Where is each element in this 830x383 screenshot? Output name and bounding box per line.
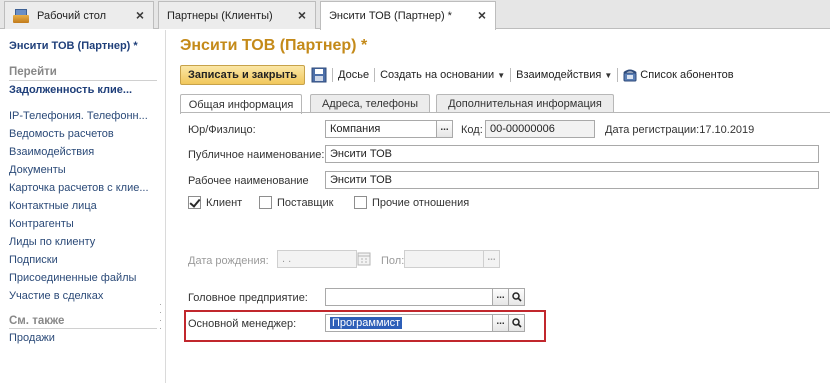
gender-label: Пол:: [381, 255, 405, 267]
select-button[interactable]: ...: [436, 120, 453, 138]
select-button[interactable]: ...: [492, 288, 509, 306]
highlight-frame: [184, 310, 546, 342]
reg-date-value: 17.10.2019: [699, 124, 755, 136]
tab-desktop[interactable]: Рабочий стол ×: [4, 1, 154, 29]
subscribers-list-button[interactable]: Список абонентов: [623, 68, 734, 82]
sidebar-item-contacts[interactable]: Контактные лица: [9, 200, 97, 212]
gender-field[interactable]: [404, 250, 484, 268]
chevron-down-icon: ▼: [604, 70, 613, 80]
divider: [332, 68, 334, 82]
sidebar-title: Энсити ТОВ (Партнер) *: [9, 40, 138, 52]
head-company-label: Головное предприятие:: [188, 292, 308, 304]
checkbox-icon: [259, 196, 272, 209]
work-name-field[interactable]: Энсити ТОВ: [325, 171, 819, 189]
divider: [9, 80, 157, 81]
code-label: Код:: [461, 124, 483, 136]
sidebar-item-debt[interactable]: Задолженность клие...: [9, 84, 132, 96]
legal-type-field[interactable]: Компания: [325, 120, 437, 138]
client-checkbox-label: Клиент: [206, 196, 243, 209]
select-button[interactable]: ...: [483, 250, 500, 268]
divider: [9, 328, 157, 329]
sidebar-section-see-also: См. также: [9, 315, 65, 327]
tab-additional-info[interactable]: Дополнительная информация: [436, 94, 614, 113]
divider: [180, 112, 830, 113]
page-title: Энсити ТОВ (Партнер) *: [180, 37, 368, 54]
work-name-label: Рабочее наименование: [188, 175, 309, 187]
save-and-close-button[interactable]: Записать и закрыть: [180, 65, 306, 85]
sidebar-item-counterparties[interactable]: Контрагенты: [9, 218, 74, 230]
sidebar-item-sales[interactable]: Продажи: [9, 332, 55, 344]
window-tab-bar: Рабочий стол × Партнеры (Клиенты) × Энси…: [0, 0, 830, 30]
client-checkbox[interactable]: Клиент: [188, 196, 242, 209]
checkbox-icon: [188, 196, 201, 209]
navigation-panel: Энсити ТОВ (Партнер) * Перейти Задолженн…: [0, 30, 166, 383]
close-icon[interactable]: ×: [295, 8, 309, 22]
interactions-label: Взаимодействия: [516, 69, 602, 81]
form-toolbar: Записать и закрыть Досье Создать на осно…: [180, 65, 734, 85]
save-icon[interactable]: [311, 67, 327, 83]
partner-form: Энсити ТОВ (Партнер) * Записать и закрыт…: [167, 30, 830, 383]
tab-general-info[interactable]: Общая информация: [180, 94, 302, 114]
sidebar-item-subscriptions[interactable]: Подписки: [9, 254, 58, 266]
supplier-checkbox[interactable]: Поставщик: [259, 196, 333, 209]
resize-grip-icon[interactable]: · · · ·: [159, 300, 162, 333]
sidebar-item-deals[interactable]: Участие в сделках: [9, 290, 103, 302]
tab-partners[interactable]: Партнеры (Клиенты) ×: [158, 1, 316, 29]
supplier-checkbox-label: Поставщик: [277, 196, 334, 209]
tab-desktop-label: Рабочий стол: [37, 9, 107, 22]
sidebar-item-settlements[interactable]: Ведомость расчетов: [9, 128, 114, 140]
close-icon[interactable]: ×: [475, 8, 489, 22]
sidebar-item-interactions[interactable]: Взаимодействия: [9, 146, 94, 158]
divider: [510, 68, 512, 82]
sidebar-item-documents[interactable]: Документы: [9, 164, 66, 176]
tab-partner-form-label: Энсити ТОВ (Партнер) *: [329, 10, 452, 22]
divider: [617, 68, 619, 82]
other-relations-checkbox[interactable]: Прочие отношения: [354, 196, 469, 209]
sidebar-section-goto: Перейти: [9, 66, 57, 78]
home-icon: [13, 8, 29, 23]
tab-partner-form[interactable]: Энсити ТОВ (Партнер) * ×: [320, 1, 496, 30]
dossier-button[interactable]: Досье: [338, 69, 369, 81]
search-icon[interactable]: [508, 288, 525, 306]
create-based-on-button[interactable]: Создать на основании ▼: [380, 69, 505, 81]
public-name-label: Публичное наименование:: [188, 149, 325, 161]
legal-type-label: Юр/Физлицо:: [188, 124, 256, 136]
divider: [374, 68, 376, 82]
checkbox-icon: [354, 196, 367, 209]
other-relations-checkbox-label: Прочие отношения: [372, 196, 470, 209]
sidebar-item-attached-files[interactable]: Присоединенные файлы: [9, 272, 136, 284]
chevron-down-icon: ▼: [497, 70, 506, 80]
sidebar-item-leads[interactable]: Лиды по клиенту: [9, 236, 95, 248]
phone-icon: [623, 69, 637, 82]
code-field[interactable]: 00-00000006: [485, 120, 595, 138]
create-based-on-label: Создать на основании: [380, 69, 495, 81]
sidebar-item-settlement-card[interactable]: Карточка расчетов с клие...: [9, 182, 149, 194]
tab-addresses-phones[interactable]: Адреса, телефоны: [310, 94, 430, 113]
head-company-field[interactable]: [325, 288, 493, 306]
interactions-button[interactable]: Взаимодействия ▼: [516, 69, 612, 81]
public-name-field[interactable]: Энсити ТОВ: [325, 145, 819, 163]
subscribers-list-label: Список абонентов: [640, 69, 734, 81]
sidebar-item-ip-telephony[interactable]: IP-Телефония. Телефонн...: [9, 110, 148, 122]
birth-date-label: Дата рождения:: [188, 255, 269, 267]
tab-partners-label: Партнеры (Клиенты): [167, 9, 273, 22]
calendar-icon[interactable]: [357, 251, 371, 267]
reg-date-label: Дата регистрации:17.10.2019: [605, 124, 755, 136]
close-icon[interactable]: ×: [133, 8, 147, 22]
birth-date-field[interactable]: . .: [277, 250, 357, 268]
